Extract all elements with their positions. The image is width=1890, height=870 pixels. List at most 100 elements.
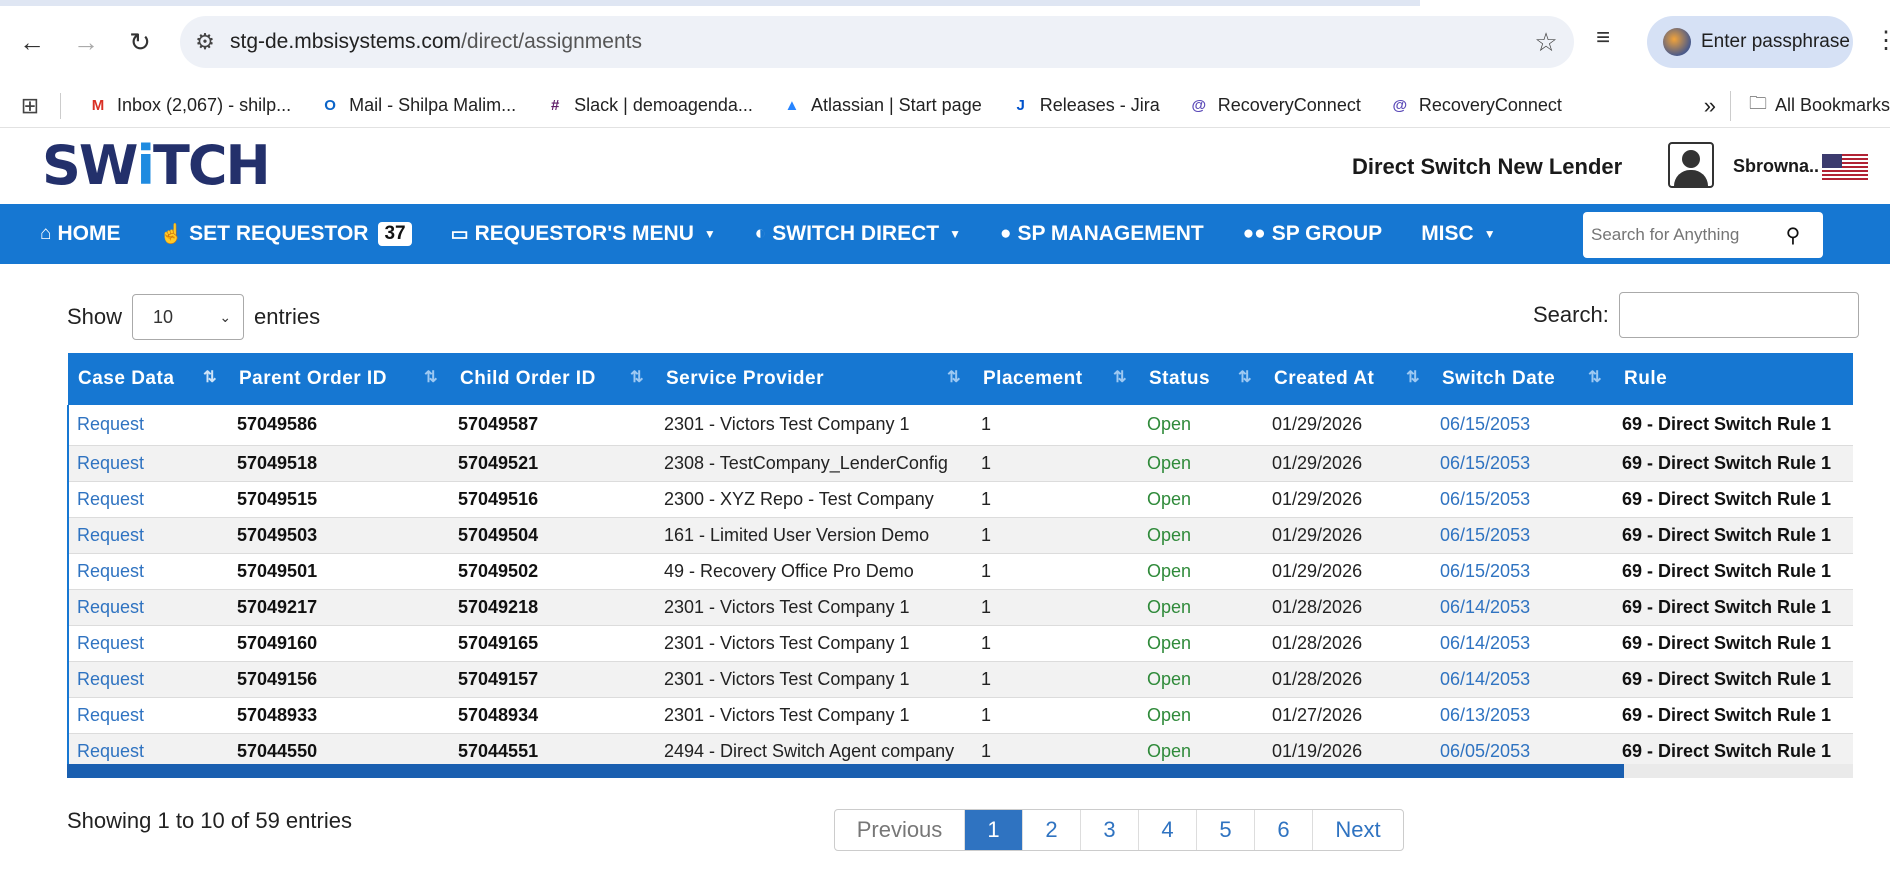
- case-data-link[interactable]: Request: [77, 633, 144, 653]
- column-header[interactable]: Switch Date ⇅: [1432, 353, 1614, 405]
- column-header[interactable]: Parent Order ID ⇅: [229, 353, 450, 405]
- rule: 69 - Direct Switch Rule 1: [1622, 704, 1832, 725]
- page-button[interactable]: 4: [1139, 810, 1197, 850]
- sort-icon[interactable]: ⇅: [947, 367, 961, 387]
- user-avatar-icon[interactable]: [1668, 142, 1714, 188]
- column-header[interactable]: Created At ⇅: [1264, 353, 1432, 405]
- switch-date[interactable]: 06/14/2053: [1440, 633, 1530, 653]
- switch-date[interactable]: 06/15/2053: [1440, 453, 1530, 473]
- nav-set-requestor[interactable]: ☝ SET REQUESTOR 37: [159, 222, 412, 246]
- page-button[interactable]: 5: [1197, 810, 1255, 850]
- column-header-label: Parent Order ID: [239, 368, 387, 389]
- nav-home[interactable]: ⌂ HOME: [40, 222, 120, 246]
- bookmark-item[interactable]: @ RecoveryConnect: [1375, 95, 1576, 117]
- hand-pointer-icon: ☝: [159, 224, 184, 245]
- switch-date[interactable]: 06/05/2053: [1440, 741, 1530, 761]
- page-button[interactable]: 1: [965, 810, 1023, 850]
- page-button[interactable]: 3: [1081, 810, 1139, 850]
- case-data-link[interactable]: Request: [77, 525, 144, 545]
- page-button[interactable]: 6: [1255, 810, 1313, 850]
- column-header[interactable]: Placement ⇅: [973, 353, 1139, 405]
- more-bookmarks-icon[interactable]: »: [1690, 93, 1730, 119]
- column-header[interactable]: Service Provider ⇅: [656, 353, 973, 405]
- column-header[interactable]: Status ⇅: [1139, 353, 1264, 405]
- nav-misc[interactable]: MISC ▼: [1421, 222, 1495, 246]
- nav-sp-group[interactable]: ●● SP GROUP: [1243, 222, 1382, 246]
- column-header-label: Child Order ID: [460, 368, 596, 389]
- switch-date[interactable]: 06/13/2053: [1440, 705, 1530, 725]
- switch-date[interactable]: 06/15/2053: [1440, 489, 1530, 509]
- entries-select[interactable]: 10 ⌄: [132, 294, 245, 340]
- back-icon[interactable]: ←: [14, 24, 50, 60]
- entries-label: entries: [254, 304, 321, 329]
- previous-page-button[interactable]: Previous: [835, 810, 965, 850]
- bookmark-item[interactable]: ▲ Atlassian | Start page: [767, 95, 996, 117]
- case-data-link[interactable]: Request: [77, 597, 144, 617]
- switch-date[interactable]: 06/15/2053: [1440, 525, 1530, 545]
- media-control-icon[interactable]: ≡: [1596, 24, 1610, 52]
- sort-icon[interactable]: ⇅: [424, 367, 438, 387]
- nav-requestors-menu[interactable]: ▭ REQUESTOR'S MENU ▼: [451, 222, 716, 246]
- sort-icon[interactable]: ⇅: [1406, 367, 1420, 387]
- username[interactable]: Sbrowna..: [1733, 156, 1819, 177]
- global-search-input[interactable]: [1583, 225, 1773, 245]
- profile-button[interactable]: Enter passphrase: [1647, 16, 1853, 68]
- switch-date[interactable]: 06/15/2053: [1440, 561, 1530, 581]
- url-text[interactable]: stg-de.mbsisystems.com/direct/assignment…: [230, 30, 1518, 54]
- bookmark-item[interactable]: @ RecoveryConnect: [1174, 95, 1375, 117]
- case-data-link[interactable]: Request: [77, 741, 144, 761]
- case-data-link[interactable]: Request: [77, 453, 144, 473]
- nav-sp-management[interactable]: ● SP MANAGEMENT: [1000, 222, 1204, 246]
- us-flag-icon[interactable]: [1822, 154, 1868, 180]
- nav-switch-direct[interactable]: ◐ SWITCH DIRECT ▼: [755, 222, 961, 246]
- child-order-id-cell: 57049218: [450, 589, 656, 625]
- all-bookmarks-button[interactable]: 🗀 All Bookmarks: [1729, 90, 1890, 121]
- sort-icon[interactable]: ⇅: [203, 367, 217, 387]
- switch-date[interactable]: 06/14/2053: [1440, 597, 1530, 617]
- case-data-link[interactable]: Request: [77, 705, 144, 725]
- column-header[interactable]: Child Order ID ⇅: [450, 353, 656, 405]
- next-page-button[interactable]: Next: [1313, 810, 1403, 850]
- case-data-link-cell: Request: [67, 661, 229, 697]
- switch-date[interactable]: 06/14/2053: [1440, 669, 1530, 689]
- case-data-link[interactable]: Request: [77, 489, 144, 509]
- rule: 69 - Direct Switch Rule 1: [1622, 668, 1832, 689]
- column-header-label: Rule: [1624, 368, 1668, 389]
- sort-icon[interactable]: ⇅: [1588, 367, 1602, 387]
- sort-icon[interactable]: ⇅: [630, 367, 644, 387]
- table-search-input[interactable]: [1618, 292, 1859, 338]
- page-button[interactable]: 2: [1023, 810, 1081, 850]
- bookmark-item[interactable]: J Releases - Jira: [996, 95, 1174, 117]
- horizontal-scrollbar[interactable]: [67, 764, 1853, 778]
- bookmark-item[interactable]: O Mail - Shilpa Malim...: [305, 95, 530, 117]
- child-order-id-cell: 57048934: [450, 697, 656, 733]
- case-data-link[interactable]: Request: [77, 414, 144, 434]
- column-header[interactable]: Case Data ⇅: [68, 353, 229, 405]
- reload-icon[interactable]: ↻: [122, 24, 158, 60]
- apps-grid-icon[interactable]: ⊞: [0, 93, 60, 119]
- child-order-id: 57049504: [458, 524, 539, 545]
- bookmark-item[interactable]: # Slack | demoagenda...: [530, 95, 767, 117]
- created-at: 01/29/2026: [1272, 414, 1363, 435]
- bookmark-star-icon[interactable]: ☆: [1518, 27, 1574, 58]
- address-bar[interactable]: ⚙ stg-de.mbsisystems.com/direct/assignme…: [180, 16, 1574, 68]
- caret-down-icon: ▼: [1483, 227, 1496, 241]
- case-data-link[interactable]: Request: [77, 561, 144, 581]
- parent-order-id: 57044550: [237, 740, 318, 761]
- sort-icon[interactable]: ⇅: [1113, 367, 1127, 387]
- switch-date[interactable]: 06/15/2053: [1440, 414, 1530, 434]
- browser-menu-icon[interactable]: ⋮: [1874, 26, 1890, 55]
- column-header[interactable]: Rule⇅: [1614, 353, 1853, 405]
- forward-icon[interactable]: →: [68, 24, 104, 60]
- parent-order-id-cell: 57049217: [229, 589, 450, 625]
- site-info-icon[interactable]: ⚙: [180, 29, 230, 55]
- switch-logo[interactable]: SWiTCH: [42, 136, 271, 196]
- bookmark-item[interactable]: M Inbox (2,067) - shilp...: [73, 95, 305, 117]
- table-search-label: Search:: [1533, 302, 1609, 327]
- case-data-link[interactable]: Request: [77, 669, 144, 689]
- parent-order-id: 57049503: [237, 524, 318, 545]
- sort-icon[interactable]: ⇅: [1238, 367, 1252, 387]
- table-row: Request 57049160 57049165 2301 - Victors Te…: [67, 625, 1853, 661]
- scrollbar-thumb[interactable]: [67, 764, 1624, 778]
- search-icon[interactable]: ⚲: [1773, 223, 1813, 248]
